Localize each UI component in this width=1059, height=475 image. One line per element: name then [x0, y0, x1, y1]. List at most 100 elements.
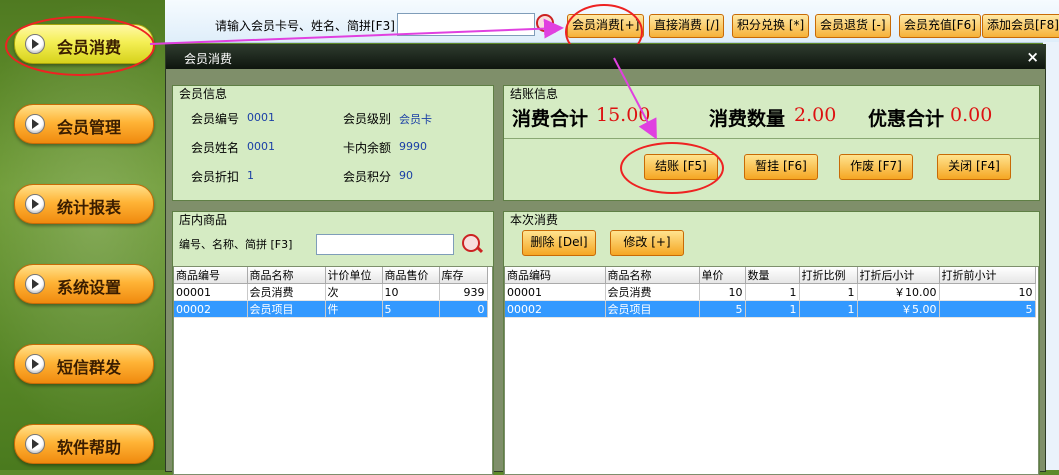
member-info-group: 会员信息 会员编号 0001 会员级别 会员卡 会员姓名 0001 卡内余额 9…	[172, 85, 494, 201]
card-balance-value: 9990	[399, 140, 427, 153]
cell-price: 5	[699, 300, 746, 318]
column-header[interactable]: 商品名称	[605, 267, 700, 284]
table-row[interactable]: 00001 会员消费 次 10 939	[174, 283, 488, 301]
nav-label: 系统设置	[57, 278, 122, 297]
divider	[504, 138, 1039, 139]
goods-search-input[interactable]	[316, 234, 454, 255]
column-header[interactable]: 打折比例	[799, 267, 858, 284]
cell-price: 10	[382, 283, 440, 301]
highlight-ring	[5, 16, 155, 76]
current-consume-group: 本次消费 删除 [Del] 修改 [+] 商品编码 商品名称 单价 数量 打折比…	[503, 211, 1040, 475]
member-search-input[interactable]	[397, 13, 535, 36]
cell-qty: 1	[745, 300, 800, 318]
nav-sms-button[interactable]: 短信群发	[14, 344, 154, 384]
field-label: 会员级别	[343, 112, 392, 126]
field-label: 卡内余额	[343, 141, 392, 155]
delete-button[interactable]: 删除 [Del]	[522, 230, 596, 256]
member-points-value: 90	[399, 169, 413, 182]
total-value: 15.00	[596, 104, 651, 126]
member-discount-value: 1	[247, 169, 254, 182]
column-header[interactable]: 库存	[439, 267, 488, 284]
goods-search-label: 编号、名称、简拼 [F3]	[179, 238, 293, 251]
cell-before: 5	[939, 300, 1036, 318]
nav-label: 软件帮助	[57, 438, 122, 457]
field-label: 会员姓名	[191, 141, 240, 155]
field-label: 会员编号	[191, 112, 240, 126]
group-legend: 结账信息	[510, 87, 559, 101]
cell-name: 会员消费	[247, 283, 326, 301]
cell-price: 5	[382, 300, 440, 318]
cell-qty: 1	[745, 283, 800, 301]
nav-help-button[interactable]: 软件帮助	[14, 424, 154, 464]
cell-unit: 次	[325, 283, 383, 301]
quantity-label: 消费数量	[709, 108, 786, 130]
nav-member-manage-button[interactable]: 会员管理	[14, 104, 154, 144]
cell-price: 10	[699, 283, 746, 301]
cell-code: 00002	[505, 300, 606, 318]
play-icon	[25, 194, 45, 214]
play-icon	[25, 114, 45, 134]
search-icon[interactable]	[462, 234, 480, 252]
void-button[interactable]: 作废 [F7]	[839, 154, 913, 180]
dialog-titlebar[interactable]: 会员消费 ×	[166, 45, 1045, 69]
column-header[interactable]: 商品编码	[505, 267, 606, 284]
store-goods-group: 店内商品 编号、名称、简拼 [F3] 商品编号 商品名称 计价单位 商品售价 库…	[172, 211, 494, 475]
column-header[interactable]: 商品售价	[382, 267, 440, 284]
member-consume-dialog: 会员消费 × 会员信息 会员编号 0001 会员级别 会员卡 会员姓名 0001…	[165, 44, 1046, 475]
member-return-button[interactable]: 会员退货 [-]	[815, 14, 891, 38]
field-label: 会员积分	[343, 170, 392, 184]
highlight-ring	[620, 142, 724, 194]
direct-consume-button[interactable]: 直接消费 [/]	[649, 14, 725, 38]
cell-ratio: 1	[799, 283, 858, 301]
column-header[interactable]: 商品名称	[247, 267, 326, 284]
cell-code: 00001	[174, 283, 248, 301]
play-icon	[25, 274, 45, 294]
member-search-label: 请输入会员卡号、姓名、简拼[F3]	[215, 19, 395, 33]
nav-label: 短信群发	[57, 358, 122, 377]
cell-unit: 件	[325, 300, 383, 318]
points-exchange-button[interactable]: 积分兑换 [*]	[732, 14, 810, 38]
nav-reports-button[interactable]: 统计报表	[14, 184, 154, 224]
table-row[interactable]: 00002 会员项目 5 1 1 ￥5.00 5	[505, 300, 1036, 318]
cell-before: 10	[939, 283, 1036, 301]
cell-name: 会员项目	[247, 300, 326, 318]
add-member-button[interactable]: 添加会员[F8]	[982, 14, 1059, 38]
column-header[interactable]: 打折后小计	[857, 267, 940, 284]
cell-stock: 0	[439, 300, 488, 318]
member-level-value: 会员卡	[399, 113, 432, 126]
nav-settings-button[interactable]: 系统设置	[14, 264, 154, 304]
close-icon[interactable]: ×	[1026, 48, 1039, 66]
hold-button[interactable]: 暂挂 [F6]	[744, 154, 818, 180]
cell-name: 会员项目	[605, 300, 700, 318]
dialog-title: 会员消费	[184, 52, 233, 66]
cell-code: 00002	[174, 300, 248, 318]
nav-label: 统计报表	[57, 198, 122, 217]
close-button[interactable]: 关闭 [F4]	[937, 154, 1011, 180]
quantity-value: 2.00	[794, 104, 837, 126]
column-header[interactable]: 数量	[745, 267, 800, 284]
total-label: 消费合计	[512, 108, 589, 130]
cell-after: ￥5.00	[857, 300, 940, 318]
column-header[interactable]: 单价	[699, 267, 746, 284]
member-recharge-button[interactable]: 会员充值[F6]	[899, 14, 981, 38]
group-legend: 会员信息	[179, 87, 228, 101]
search-icon[interactable]	[536, 14, 554, 32]
table-header: 商品编码 商品名称 单价 数量 打折比例 打折后小计 打折前小计	[505, 267, 1036, 284]
column-header[interactable]: 商品编号	[174, 267, 248, 284]
table-row[interactable]: 00001 会员消费 10 1 1 ￥10.00 10	[505, 283, 1036, 301]
column-header[interactable]: 打折前小计	[939, 267, 1036, 284]
cell-name: 会员消费	[605, 283, 700, 301]
cell-ratio: 1	[799, 300, 858, 318]
discount-label: 优惠合计	[868, 108, 945, 130]
member-name-value: 0001	[247, 140, 275, 153]
table-row[interactable]: 00002 会员项目 件 5 0	[174, 300, 488, 318]
group-legend: 本次消费	[510, 213, 559, 227]
member-id-value: 0001	[247, 111, 275, 124]
group-legend: 店内商品	[179, 213, 228, 227]
column-header[interactable]: 计价单位	[325, 267, 383, 284]
store-goods-table: 商品编号 商品名称 计价单位 商品售价 库存 00001 会员消费 次 10 9…	[173, 266, 493, 475]
cell-after: ￥10.00	[857, 283, 940, 301]
edit-button[interactable]: 修改 [+]	[610, 230, 684, 256]
checkout-info-group: 结账信息 消费合计 15.00 消费数量 2.00 优惠合计 0.00 结账 […	[503, 85, 1040, 201]
cell-code: 00001	[505, 283, 606, 301]
